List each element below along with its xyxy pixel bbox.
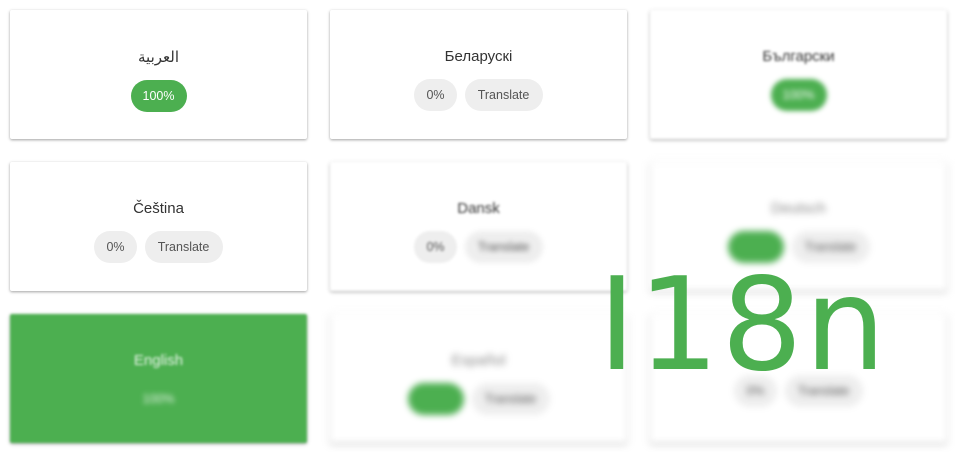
page-title: I18n (598, 251, 888, 400)
chip-row: 0% Translate (94, 231, 223, 263)
translate-button[interactable]: Translate (464, 79, 543, 111)
language-card-spanish: Español Translate (330, 314, 627, 443)
language-name: Dansk (457, 200, 500, 217)
progress-chip: 0% (94, 231, 137, 263)
language-name: Беларускі (444, 48, 513, 65)
progress-chip: 100% (130, 79, 187, 112)
language-card-arabic: العربية 100% (10, 10, 307, 139)
chip-row: 100% (130, 79, 187, 112)
translate-button[interactable]: Translate (144, 231, 223, 263)
progress-chip (407, 383, 464, 415)
language-name: Български (762, 48, 835, 65)
language-card-bulgarian: Български 100% (650, 10, 947, 139)
language-name: العربية (138, 48, 179, 66)
progress-chip: 100% (770, 79, 827, 111)
language-card-czech: Čeština 0% Translate (10, 162, 307, 291)
progress-chip: 0% (414, 79, 457, 111)
chip-row: 0% Translate (414, 79, 543, 111)
chip-row: Translate (407, 383, 550, 415)
language-card-english: English 100% (10, 314, 307, 443)
language-card-belarusian: Беларускі 0% Translate (330, 10, 627, 139)
chip-row: 0% Translate (414, 231, 543, 263)
language-card-danish: Dansk 0% Translate (330, 162, 627, 291)
translate-button[interactable]: Translate (471, 383, 550, 415)
progress-chip: 100% (142, 392, 175, 406)
chip-row: 100% (770, 79, 827, 111)
language-name: English (133, 352, 184, 369)
language-name: Čeština (133, 200, 184, 217)
chip-row: 100% (131, 383, 187, 415)
progress-chip: 0% (414, 231, 457, 263)
language-name: Deutsch (770, 200, 827, 217)
language-name: Español (451, 352, 506, 369)
translate-button[interactable]: Translate (464, 231, 543, 263)
